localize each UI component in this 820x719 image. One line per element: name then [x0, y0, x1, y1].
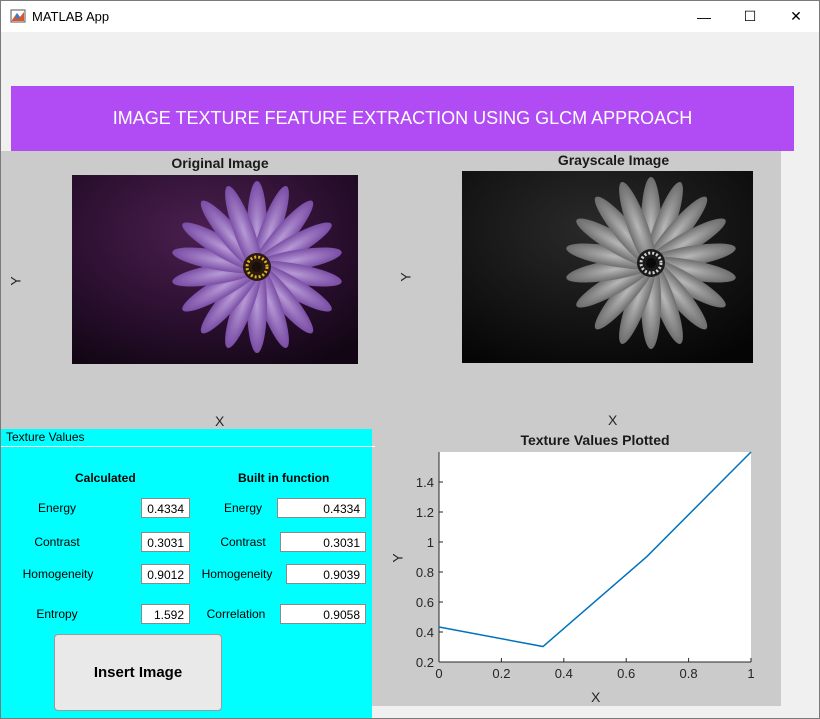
x-tick-label-2: 0.4: [555, 666, 573, 681]
x-tick-label-1: 0.2: [492, 666, 510, 681]
y-tick-label-2: 0.6: [416, 595, 434, 610]
y-tick-label-0: 0.2: [416, 655, 434, 670]
app-window: MATLAB App — ☐ ✕ IMAGE TEXTURE FEATURE E…: [0, 0, 820, 719]
y-tick-label-4: 1: [427, 535, 434, 550]
chart-xlabel: X: [591, 689, 601, 705]
y-tick-label-1: 0.4: [416, 625, 434, 640]
series-line-0: [438, 451, 752, 648]
y-tick-label-3: 0.8: [416, 565, 434, 580]
y-tick-label-6: 1.4: [416, 475, 434, 490]
x-tick-label-5: 1: [747, 666, 754, 681]
y-tick-label-5: 1.2: [416, 505, 434, 520]
texture-line-chart: 0 0.2 0.4 0.6 0.8 10.20.40.60.811.21.4: [416, 451, 755, 681]
x-tick-label-0: 0: [435, 666, 442, 681]
x-tick-label-3: 0.6: [617, 666, 635, 681]
chart-ylabel: Y: [389, 553, 406, 563]
x-tick-label-4: 0.8: [680, 666, 698, 681]
